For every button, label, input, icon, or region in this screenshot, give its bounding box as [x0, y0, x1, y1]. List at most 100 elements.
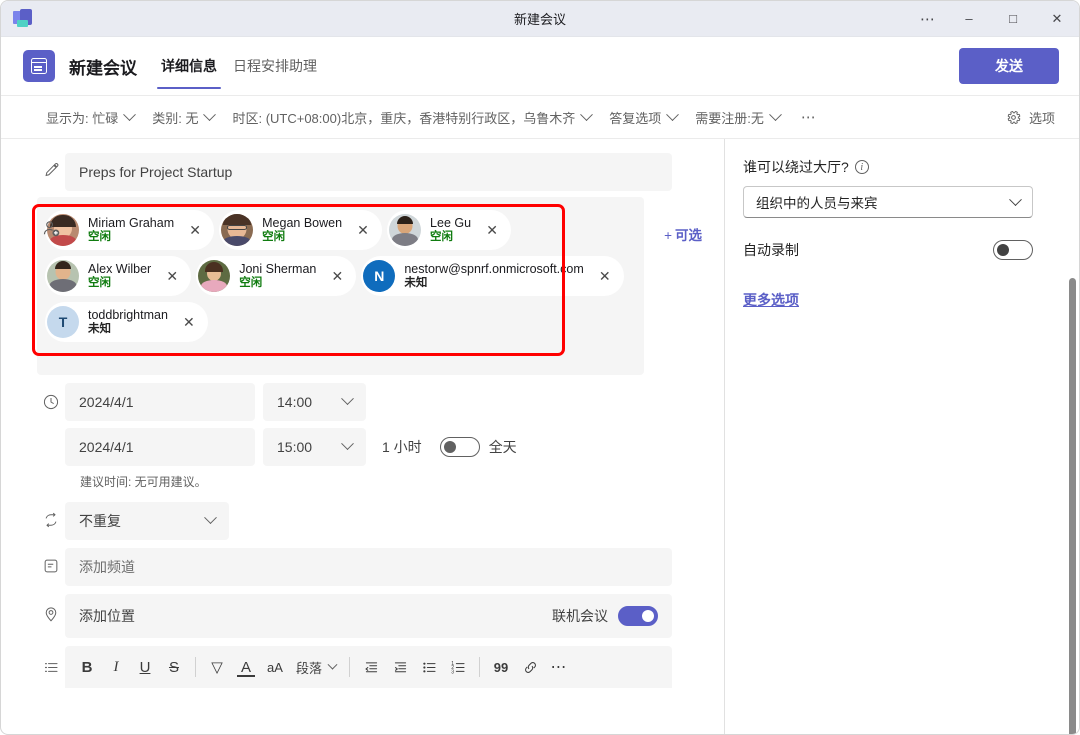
start-time-dropdown[interactable]: 14:00 [263, 383, 366, 421]
body-area: Preps for Project Startup Miriam Graham … [1, 139, 1079, 734]
all-day-label: 全天 [488, 439, 517, 455]
chevron-down-icon [1009, 192, 1022, 206]
lobby-label-row: 谁可以绕过大厅? i [743, 157, 1059, 177]
response-options-dropdown[interactable]: 答复选项 [600, 102, 686, 132]
command-overflow-icon[interactable]: ⋯ [789, 102, 829, 132]
link-button[interactable] [516, 653, 544, 681]
attendee-pill[interactable]: Joni Sherman 空闲 ✕ [196, 256, 357, 296]
options-button[interactable]: 选项 [997, 102, 1063, 132]
bold-button[interactable]: B [73, 653, 101, 681]
repeat-icon [37, 502, 65, 529]
auto-record-toggle[interactable] [993, 240, 1033, 260]
attendee-pill[interactable]: N nestorw@spnrf.onmicrosoft.com 未知 ✕ [361, 256, 624, 296]
font-size-button[interactable]: aA [261, 653, 289, 681]
add-optional-attendees-link[interactable]: + 可选 [664, 224, 702, 244]
channel-row: 添加频道 [1, 548, 724, 586]
tab-list: 详细信息 日程安排助理 [153, 37, 325, 95]
bulleted-list-button[interactable] [415, 653, 443, 681]
category-dropdown[interactable]: 类别: 无 [143, 102, 223, 132]
remove-attendee-icon[interactable]: ✕ [184, 219, 206, 241]
recurrence-dropdown[interactable]: 不重复 [65, 502, 229, 540]
minimize-button[interactable]: – [947, 1, 991, 37]
start-datetime-row: 2024/4/1 14:00 [1, 383, 724, 421]
editor-more-button[interactable]: ⋯ [545, 653, 573, 681]
attendee-pill[interactable]: T toddbrightman 未知 ✕ [45, 302, 208, 342]
attendee-status: 空闲 [239, 276, 263, 289]
format-list-icon[interactable] [37, 659, 65, 676]
avatar [221, 214, 254, 246]
avatar-initial-letter: N [374, 268, 385, 284]
avatar-initial: N [363, 260, 396, 292]
decrease-indent-button[interactable] [357, 653, 385, 681]
duration-label: 1 小时 [382, 439, 422, 455]
font-color-button[interactable]: A [232, 653, 260, 681]
online-meeting-control: 联机会议 [552, 605, 658, 626]
avatar-initial: T [47, 306, 79, 338]
quote-button[interactable]: 99 [487, 653, 515, 681]
channel-input[interactable]: 添加频道 [65, 548, 672, 586]
info-icon[interactable]: i [854, 160, 869, 174]
window-controls: ⋯ – □ ✕ [909, 1, 1079, 37]
show-as-dropdown[interactable]: 显示为: 忙碌 [37, 102, 143, 132]
chevron-down-icon [203, 107, 217, 121]
lobby-dropdown[interactable]: 组织中的人员与来宾 [743, 186, 1033, 218]
numbered-list-button[interactable]: 123 [444, 653, 472, 681]
pencil-icon [37, 153, 65, 179]
underline-button[interactable]: U [131, 653, 159, 681]
tab-details[interactable]: 详细信息 [153, 37, 225, 95]
attendee-pill[interactable]: Megan Bowen 空闲 ✕ [219, 210, 383, 250]
chevron-down-icon [666, 107, 680, 121]
paragraph-dropdown[interactable]: 段落 [290, 658, 342, 677]
meeting-title-input[interactable]: Preps for Project Startup [65, 153, 672, 191]
end-date-input[interactable]: 2024/4/1 [65, 428, 255, 466]
increase-indent-button[interactable] [386, 653, 414, 681]
show-as-label: 显示为: 忙碌 [46, 110, 119, 126]
calendar-icon [23, 50, 55, 82]
location-input[interactable]: 添加位置 联机会议 [65, 594, 672, 638]
online-meeting-toggle[interactable] [618, 605, 658, 626]
timezone-label: 时区: (UTC+08:00)北京，重庆，香港特别行政区，乌鲁木齐 [232, 110, 576, 126]
chevron-down-icon [341, 437, 354, 451]
teams-icon [13, 8, 33, 29]
vertical-scrollbar[interactable] [1069, 278, 1076, 734]
options-label: 选项 [1028, 110, 1055, 126]
clock-icon [37, 393, 65, 411]
remove-attendee-icon[interactable]: ✕ [594, 265, 616, 287]
strikethrough-button[interactable]: S [160, 653, 188, 681]
channel-icon [37, 548, 65, 575]
attendee-status: 未知 [404, 276, 428, 289]
remove-attendee-icon[interactable]: ✕ [326, 265, 348, 287]
attendee-pill[interactable]: Miriam Graham 空闲 ✕ [45, 210, 215, 250]
font-color-glyph: A [240, 658, 251, 676]
end-time-dropdown[interactable]: 15:00 [263, 428, 366, 466]
maximize-button[interactable]: □ [991, 1, 1035, 37]
tab-scheduling-assistant[interactable]: 日程安排助理 [225, 37, 325, 95]
attendees-field[interactable]: Miriam Graham 空闲 ✕ Megan Bowen 空闲 ✕ Lee … [37, 197, 644, 375]
start-date-input[interactable]: 2024/4/1 [65, 383, 255, 421]
remove-attendee-icon[interactable]: ✕ [481, 219, 503, 241]
attendee-pill[interactable]: Lee Gu 空闲 ✕ [387, 210, 512, 250]
add-person-icon[interactable] [37, 219, 65, 238]
remove-attendee-icon[interactable]: ✕ [352, 219, 374, 241]
attendees-row: Miriam Graham 空闲 ✕ Megan Bowen 空闲 ✕ Lee … [1, 197, 724, 375]
highlight-button[interactable]: ▽ [203, 653, 231, 681]
color-underline [237, 675, 255, 677]
plus-icon: + [664, 228, 672, 243]
auto-record-label: 自动录制 [743, 242, 799, 258]
remove-attendee-icon[interactable]: ✕ [178, 311, 200, 333]
online-meeting-label: 联机会议 [552, 607, 608, 624]
chevron-down-icon [204, 511, 217, 525]
timezone-dropdown[interactable]: 时区: (UTC+08:00)北京，重庆，香港特别行政区，乌鲁木齐 [223, 102, 600, 132]
editor-toolbar-row: B I U S ▽ A aA 段落 1 2 3 99 ⋯ [1, 646, 724, 688]
send-button[interactable]: 发送 [959, 48, 1059, 84]
italic-button[interactable]: I [102, 653, 130, 681]
remove-attendee-icon[interactable]: ✕ [161, 265, 183, 287]
window-more-icon[interactable]: ⋯ [909, 1, 947, 37]
close-button[interactable]: ✕ [1035, 1, 1079, 37]
registration-dropdown[interactable]: 需要注册:无 [686, 102, 789, 132]
more-options-link[interactable]: 更多选项 [743, 290, 1059, 310]
all-day-toggle[interactable] [439, 437, 480, 457]
command-bar: 显示为: 忙碌 类别: 无 时区: (UTC+08:00)北京，重庆，香港特别行… [1, 95, 1079, 139]
attendee-pill[interactable]: Alex Wilber 空闲 ✕ [45, 256, 192, 296]
meeting-header: 新建会议 详细信息 日程安排助理 发送 [1, 37, 1079, 95]
